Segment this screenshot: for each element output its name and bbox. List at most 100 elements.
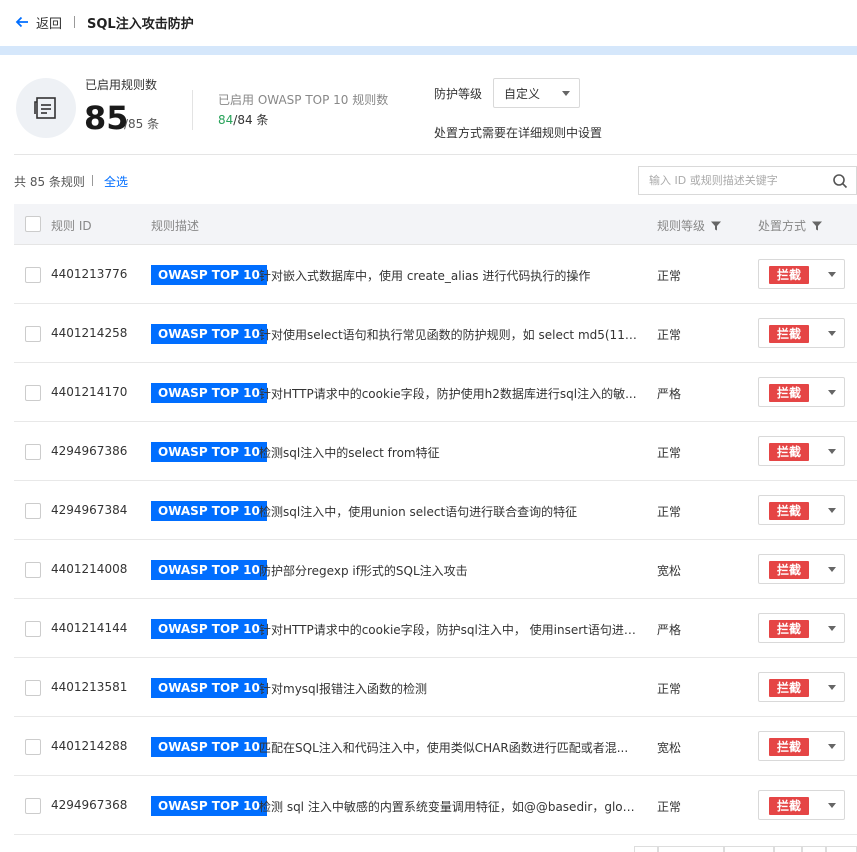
rule-id: 4401214008 xyxy=(51,562,128,576)
row-checkbox[interactable] xyxy=(25,680,41,696)
pagination-item[interactable] xyxy=(802,846,826,852)
row-checkbox[interactable] xyxy=(25,326,41,342)
rule-level: 宽松 xyxy=(657,741,682,755)
row-checkbox[interactable] xyxy=(25,798,41,814)
title-separator xyxy=(74,16,76,28)
rule-level: 正常 xyxy=(657,505,682,519)
table-body: 4401213776 OWASP TOP 10 针对嵌入式数据库中，使用 cre… xyxy=(14,245,857,835)
rule-level: 宽松 xyxy=(657,564,682,578)
page-title: SQL注入攻击防护 xyxy=(87,16,194,32)
owasp-tag: OWASP TOP 10 xyxy=(151,737,267,757)
pagination-item[interactable] xyxy=(826,846,857,852)
rule-level: 正常 xyxy=(657,682,682,696)
action-badge: 拦截 xyxy=(769,797,809,815)
caret-down-icon xyxy=(828,744,836,749)
filter-bar: 共 85 条规则 全选 xyxy=(14,166,857,196)
filter-icon[interactable] xyxy=(711,221,722,231)
stats-panel: 已启用规则数 85 /85 条 已启用 OWASP TOP 10 规则数 84/… xyxy=(14,74,857,154)
protection-level-select[interactable]: 自定义 xyxy=(493,78,580,108)
column-header-id: 规则 ID xyxy=(51,219,92,233)
rule-level: 正常 xyxy=(657,446,682,460)
owasp-tag: OWASP TOP 10 xyxy=(151,265,267,285)
search-icon[interactable] xyxy=(832,173,848,189)
caret-down-icon xyxy=(562,91,570,96)
arrow-left-icon xyxy=(14,14,30,30)
table-row: 4401214170 OWASP TOP 10 针对HTTP请求中的cookie… xyxy=(14,363,857,422)
action-select[interactable]: 拦截 xyxy=(758,790,845,820)
column-header-action-label: 处置方式 xyxy=(758,219,807,233)
table-header: 规则 ID 规则描述 规则等级 处置方式 xyxy=(14,204,857,245)
owasp-tag: OWASP TOP 10 xyxy=(151,383,267,403)
table-row: 4401214288 OWASP TOP 10 匹配在SQL注入和代码注入中，使… xyxy=(14,717,857,776)
action-select[interactable]: 拦截 xyxy=(758,377,845,407)
pagination-item[interactable] xyxy=(634,846,658,852)
action-badge: 拦截 xyxy=(769,384,809,402)
protection-level-label: 防护等级 xyxy=(434,87,483,101)
rule-id: 4401213581 xyxy=(51,680,128,694)
owasp-tag: OWASP TOP 10 xyxy=(151,678,267,698)
column-header-level-label: 规则等级 xyxy=(657,219,706,233)
action-select[interactable]: 拦截 xyxy=(758,613,845,643)
rule-description: 检测sql注入中，使用union select语句进行联合查询的特征 xyxy=(259,505,578,519)
pagination-item[interactable] xyxy=(724,846,774,852)
rule-id: 4401214288 xyxy=(51,739,128,753)
rule-level: 正常 xyxy=(657,269,682,283)
rule-id: 4294967384 xyxy=(51,503,128,517)
back-label: 返回 xyxy=(36,16,63,32)
rule-description: 针对嵌入式数据库中，使用 create_alias 进行代码执行的操作 xyxy=(259,269,591,283)
row-checkbox[interactable] xyxy=(25,385,41,401)
action-select[interactable]: 拦截 xyxy=(758,259,845,289)
action-select[interactable]: 拦截 xyxy=(758,554,845,584)
section-divider xyxy=(14,154,857,155)
pagination-item[interactable] xyxy=(658,846,724,852)
rule-description: 检测 sql 注入中敏感的内置系统变量调用特征，如@@basedir，glob.… xyxy=(259,800,637,814)
rule-description: 匹配在SQL注入和代码注入中，使用类似CHAR函数进行匹配或者混... xyxy=(259,741,629,755)
rule-level: 严格 xyxy=(657,623,682,637)
enabled-rules-label: 已启用规则数 xyxy=(85,78,158,92)
search-input[interactable] xyxy=(649,174,819,187)
action-badge: 拦截 xyxy=(769,502,809,520)
column-header-action[interactable]: 处置方式 xyxy=(758,217,823,234)
enabled-rules-count: 85 xyxy=(84,99,129,137)
row-checkbox[interactable] xyxy=(25,267,41,283)
row-checkbox[interactable] xyxy=(25,562,41,578)
action-select[interactable]: 拦截 xyxy=(758,495,845,525)
select-all-checkbox[interactable] xyxy=(25,216,41,232)
owasp-rules-count: 84/84 条 xyxy=(218,111,268,128)
owasp-tag: OWASP TOP 10 xyxy=(151,501,267,521)
rule-description: 针对mysql报错注入函数的检测 xyxy=(259,682,427,696)
rules-document-icon xyxy=(16,78,76,138)
table-row: 4294967368 OWASP TOP 10 检测 sql 注入中敏感的内置系… xyxy=(14,776,857,835)
row-checkbox[interactable] xyxy=(25,503,41,519)
caret-down-icon xyxy=(828,272,836,277)
caret-down-icon xyxy=(828,803,836,808)
filter-icon[interactable] xyxy=(812,221,823,231)
protection-level-value: 自定义 xyxy=(504,86,541,101)
owasp-rules-label: 已启用 OWASP TOP 10 规则数 xyxy=(218,93,389,107)
pagination-item[interactable] xyxy=(774,846,802,852)
owasp-tag: OWASP TOP 10 xyxy=(151,796,267,816)
action-select[interactable]: 拦截 xyxy=(758,672,845,702)
row-checkbox[interactable] xyxy=(25,621,41,637)
info-banner xyxy=(0,46,857,55)
rule-level: 正常 xyxy=(657,328,682,342)
owasp-tag: OWASP TOP 10 xyxy=(151,324,267,344)
row-checkbox[interactable] xyxy=(25,739,41,755)
owasp-enabled-count: 84 xyxy=(218,113,234,127)
back-button[interactable]: 返回 xyxy=(14,13,62,32)
pagination xyxy=(634,846,857,852)
action-select[interactable]: 拦截 xyxy=(758,731,845,761)
top-bar: 返回 SQL注入攻击防护 xyxy=(0,0,857,44)
owasp-tag: OWASP TOP 10 xyxy=(151,619,267,639)
action-select[interactable]: 拦截 xyxy=(758,436,845,466)
caret-down-icon xyxy=(828,449,836,454)
action-badge: 拦截 xyxy=(769,561,809,579)
action-badge: 拦截 xyxy=(769,679,809,697)
action-select[interactable]: 拦截 xyxy=(758,318,845,348)
table-row: 4401214258 OWASP TOP 10 针对使用select语句和执行常… xyxy=(14,304,857,363)
action-badge: 拦截 xyxy=(769,325,809,343)
row-checkbox[interactable] xyxy=(25,444,41,460)
select-all-link[interactable]: 全选 xyxy=(104,173,128,190)
rule-id: 4401213776 xyxy=(51,267,128,281)
column-header-level[interactable]: 规则等级 xyxy=(657,217,722,234)
